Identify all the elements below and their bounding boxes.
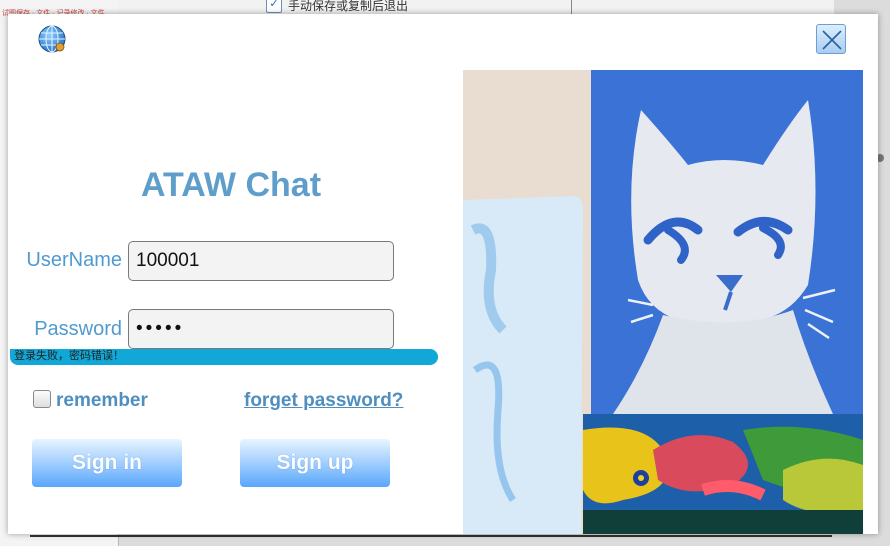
app-title: ATAW Chat (140, 166, 322, 204)
login-dialog: ATAW Chat UserName Password 登录失败，密码错误！ r… (8, 14, 878, 534)
remember-label: remember (56, 390, 148, 411)
username-label: UserName (26, 249, 122, 271)
background-divider (571, 0, 572, 14)
sign-in-button[interactable]: Sign in (32, 439, 182, 487)
background-checkbox-label: 手动保存或复制后退出 (288, 0, 409, 13)
close-icon (822, 30, 842, 50)
cat-painting-image (463, 70, 863, 534)
close-button[interactable] (816, 24, 846, 54)
background-bottom-line (30, 535, 832, 537)
globe-icon (37, 24, 67, 54)
password-input[interactable] (128, 309, 394, 349)
background-toolbar (118, 0, 834, 15)
password-label: Password (34, 318, 122, 340)
forgot-password-link[interactable]: forget password? (244, 390, 403, 412)
username-input[interactable] (128, 241, 394, 281)
sign-up-button[interactable]: Sign up (240, 439, 390, 487)
background-checkbox[interactable]: ✓ (266, 0, 282, 13)
remember-checkbox[interactable] (33, 390, 51, 408)
error-message: 登录失败，密码错误！ (14, 350, 124, 362)
